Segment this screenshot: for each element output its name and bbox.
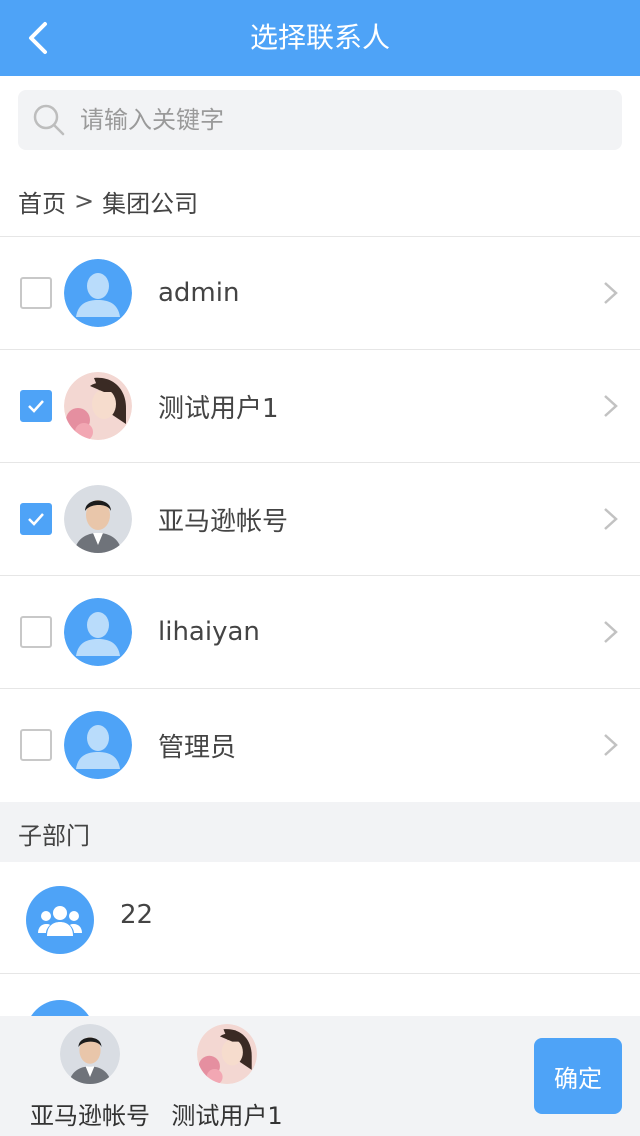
selected-contact-name: 测试用户1 <box>171 1102 283 1130</box>
group-icon <box>26 886 94 954</box>
contact-list: admin 测试用户1 亚马逊帐号 lihaiyan 管理员 <box>0 236 640 801</box>
contact-checkbox[interactable] <box>20 503 52 535</box>
selected-contacts-bar: 亚马逊帐号 测试用户1 确定 <box>0 1016 640 1136</box>
checkmark-icon <box>28 513 44 526</box>
chevron-right-icon <box>604 282 618 304</box>
contact-checkbox[interactable] <box>20 616 52 648</box>
department-name: 22 <box>120 900 154 930</box>
department-row[interactable]: 22 <box>0 862 640 974</box>
chevron-right-icon <box>604 395 618 417</box>
contact-row[interactable]: 亚马逊帐号 <box>0 462 640 575</box>
contact-row[interactable]: 测试用户1 <box>0 349 640 462</box>
contact-name: lihaiyan <box>158 617 260 647</box>
contact-checkbox[interactable] <box>20 390 52 422</box>
photo-man-avatar <box>60 1024 120 1084</box>
contact-row[interactable]: lihaiyan <box>0 575 640 688</box>
breadcrumb-current: 集团公司 <box>102 189 199 218</box>
chevron-right-icon <box>604 508 618 530</box>
default-avatar-icon <box>64 259 132 327</box>
chevron-right-icon <box>604 734 618 756</box>
page-title: 选择联系人 <box>249 21 390 54</box>
breadcrumb-separator: > <box>74 187 95 215</box>
search-box[interactable] <box>18 90 622 150</box>
section-header: 子部门 <box>0 802 640 862</box>
selected-contact-chip[interactable]: 测试用户1 <box>152 1024 302 1131</box>
selected-contact-name: 亚马逊帐号 <box>30 1102 150 1130</box>
selected-contact-chip[interactable]: 亚马逊帐号 <box>15 1024 165 1131</box>
contact-checkbox[interactable] <box>20 277 52 309</box>
search-icon <box>33 104 65 136</box>
contact-name: 测试用户1 <box>158 393 279 424</box>
contact-name: admin <box>158 278 240 308</box>
contact-name: 管理员 <box>158 732 237 763</box>
contact-checkbox[interactable] <box>20 729 52 761</box>
contact-row[interactable]: admin <box>0 236 640 349</box>
breadcrumb: 首页 > 集团公司 <box>18 184 198 218</box>
default-avatar-icon <box>64 598 132 666</box>
search-input[interactable] <box>80 106 600 134</box>
breadcrumb-home[interactable]: 首页 <box>18 184 66 219</box>
photo-woman-avatar <box>64 372 132 440</box>
contact-row[interactable]: 管理员 <box>0 688 640 801</box>
chevron-right-icon <box>604 621 618 643</box>
checkmark-icon <box>28 400 44 413</box>
confirm-button[interactable]: 确定 <box>534 1038 622 1114</box>
section-title: 子部门 <box>18 822 90 850</box>
default-avatar-icon <box>64 711 132 779</box>
top-nav-bar: 选择联系人 <box>0 0 640 76</box>
contact-name: 亚马逊帐号 <box>158 506 289 537</box>
photo-woman-avatar <box>197 1024 257 1084</box>
photo-man-avatar <box>64 485 132 553</box>
